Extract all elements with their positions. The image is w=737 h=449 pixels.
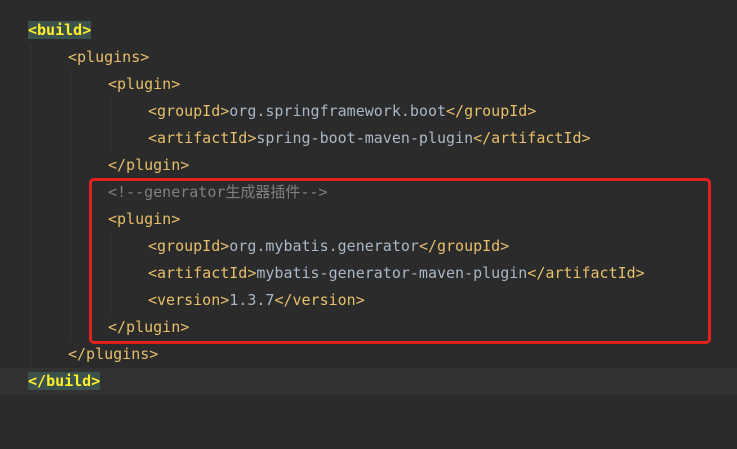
- current-code-line[interactable]: </build>: [0, 368, 737, 395]
- highlight-box: [89, 178, 711, 344]
- code-text: <plugins>: [68, 48, 150, 66]
- code-line[interactable]: </plugins>: [0, 341, 737, 368]
- code-text: </plugins>: [68, 345, 159, 363]
- code-text: <groupId>org.springframework.boot</group…: [148, 102, 537, 120]
- code-text: </build>: [28, 368, 101, 395]
- code-text: </plugin>: [108, 156, 190, 174]
- matched-tag: </build>: [28, 372, 101, 390]
- code-line[interactable]: <plugin>: [0, 71, 737, 98]
- code-line[interactable]: <groupId>org.springframework.boot</group…: [0, 98, 737, 125]
- code-line[interactable]: <artifactId>spring-boot-maven-plugin</ar…: [0, 125, 737, 152]
- code-line[interactable]: <plugins>: [0, 44, 737, 71]
- code-text: <plugin>: [108, 75, 181, 93]
- code-line[interactable]: </plugin>: [0, 152, 737, 179]
- code-text: <build>: [28, 17, 92, 44]
- code-text: <artifactId>spring-boot-maven-plugin</ar…: [148, 129, 591, 147]
- code-line[interactable]: <build>: [0, 17, 737, 44]
- matched-tag: <build>: [28, 21, 92, 39]
- code-editor[interactable]: <build> <plugins> <plugin> <groupId>org.…: [0, 0, 737, 418]
